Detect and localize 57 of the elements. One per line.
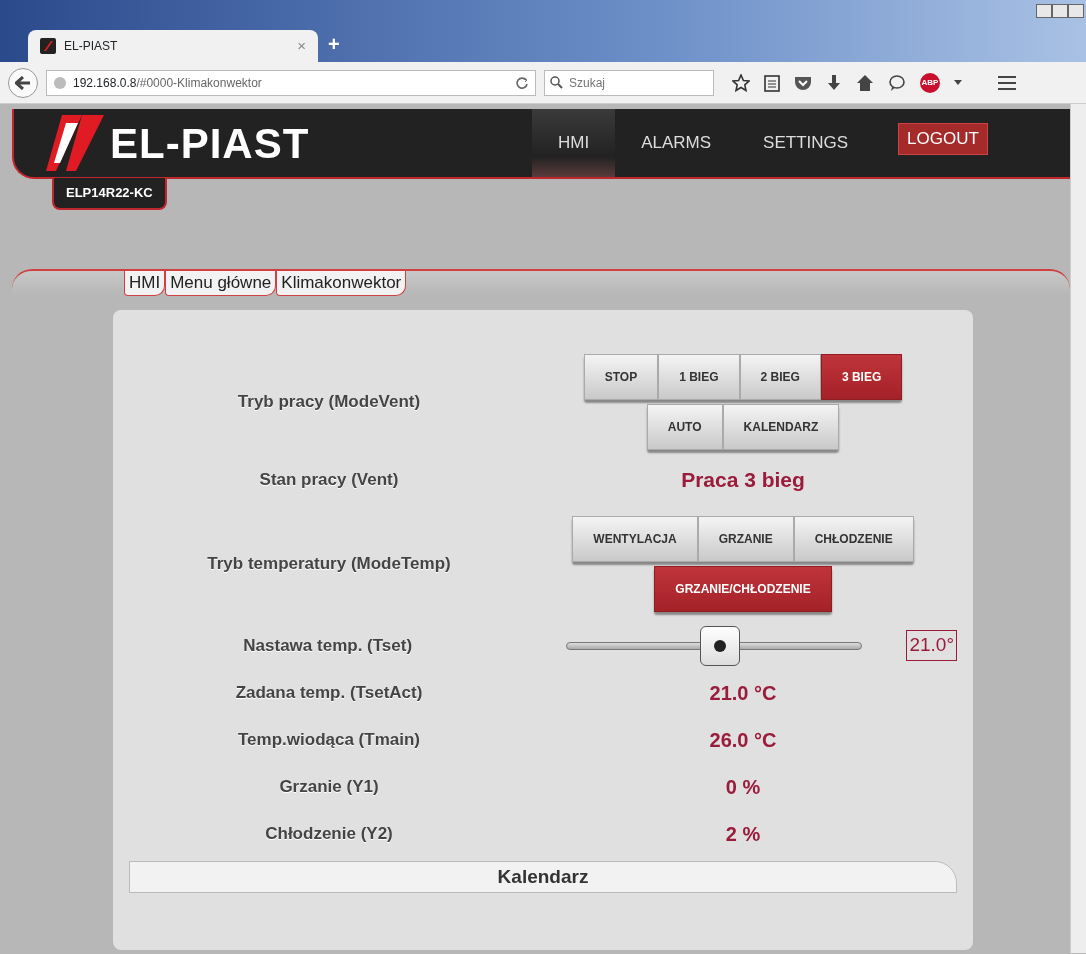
field-label: Tryb pracy (ModeVent) [236,391,422,414]
pocket-icon[interactable] [794,74,812,91]
home-icon[interactable] [856,73,874,92]
scrollbar[interactable] [1070,104,1086,953]
reading-value: 21.0 °C [709,680,777,706]
mode-button[interactable]: 1 BIEG [658,354,740,400]
adblock-button[interactable]: ABP [920,72,940,93]
browser-tab[interactable]: EL-PIAST × [28,30,318,62]
chat-icon[interactable] [888,73,906,92]
mode-button[interactable]: 3 BIEG [820,354,903,400]
favicon-icon [40,38,56,54]
field-label: Zadana temp. (TsetAct) [234,681,424,704]
device-label: ELP14R22-KC [52,178,167,210]
new-tab-button[interactable]: + [328,30,340,58]
back-button[interactable] [8,67,38,98]
reading-list-icon[interactable] [764,73,780,92]
logo-text: EL-PIAST [110,118,310,169]
mode-button[interactable]: CHŁODZENIE [793,516,914,562]
calendar-button[interactable]: Kalendarz [129,861,957,893]
slider-thumb[interactable] [700,625,741,666]
search-field[interactable]: Szukaj [544,69,714,96]
globe-icon [53,75,67,90]
mode-button[interactable]: KALENDARZ [722,404,840,450]
address-bar[interactable]: 192.168.0.8/#0000-Klimakonwektor [46,69,536,96]
url-text: 192.168.0.8/#0000-Klimakonwektor [73,74,262,92]
star-icon[interactable] [732,73,750,92]
mode-button[interactable]: AUTO [646,404,723,450]
nav-tab[interactable]: HMI [532,109,616,177]
reload-icon[interactable] [515,75,529,90]
field-label: Chłodzenie (Y2) [264,822,394,845]
dropdown-caret-icon[interactable] [954,80,962,85]
field-label: Tryb temperatury (ModeTemp) [206,553,452,576]
reading-value: 0 % [725,774,761,800]
field-label: Stan pracy (Vent) [258,469,400,492]
download-icon[interactable] [826,73,842,92]
tab-title: EL-PIAST [64,38,118,55]
logout-button[interactable]: LOGOUT [898,123,988,155]
back-arrow-icon [15,75,31,90]
mode-button[interactable]: GRZANIE [697,516,794,562]
breadcrumb-link[interactable]: HMI [124,271,166,296]
field-label: Nastawa temp. (Tset) [242,634,414,657]
field-label: Grzanie (Y1) [278,775,380,798]
breadcrumb-link[interactable]: Klimakonwektor [276,271,407,296]
nav-tab[interactable]: ALARMS [615,109,738,177]
status-value: Praca 3 bieg [681,467,805,493]
setpoint-field[interactable]: 21.0° [906,630,957,661]
reading-value: 26.0 °C [709,727,777,753]
mode-button[interactable]: GRZANIE/CHŁODZENIE [654,566,832,612]
mode-button[interactable]: STOP [583,354,659,400]
window-controls-icon[interactable] [1036,4,1084,18]
menu-icon[interactable] [998,75,1016,90]
field-label: Temp.wiodąca (Tmain) [237,728,421,751]
nav-tab[interactable]: SETTINGS [737,109,875,177]
reading-value: 2 % [725,821,761,847]
mode-button[interactable]: 2 BIEG [739,354,821,400]
breadcrumb-link[interactable]: Menu główne [165,271,277,296]
mode-button[interactable]: WENTYLACJA [572,516,698,562]
